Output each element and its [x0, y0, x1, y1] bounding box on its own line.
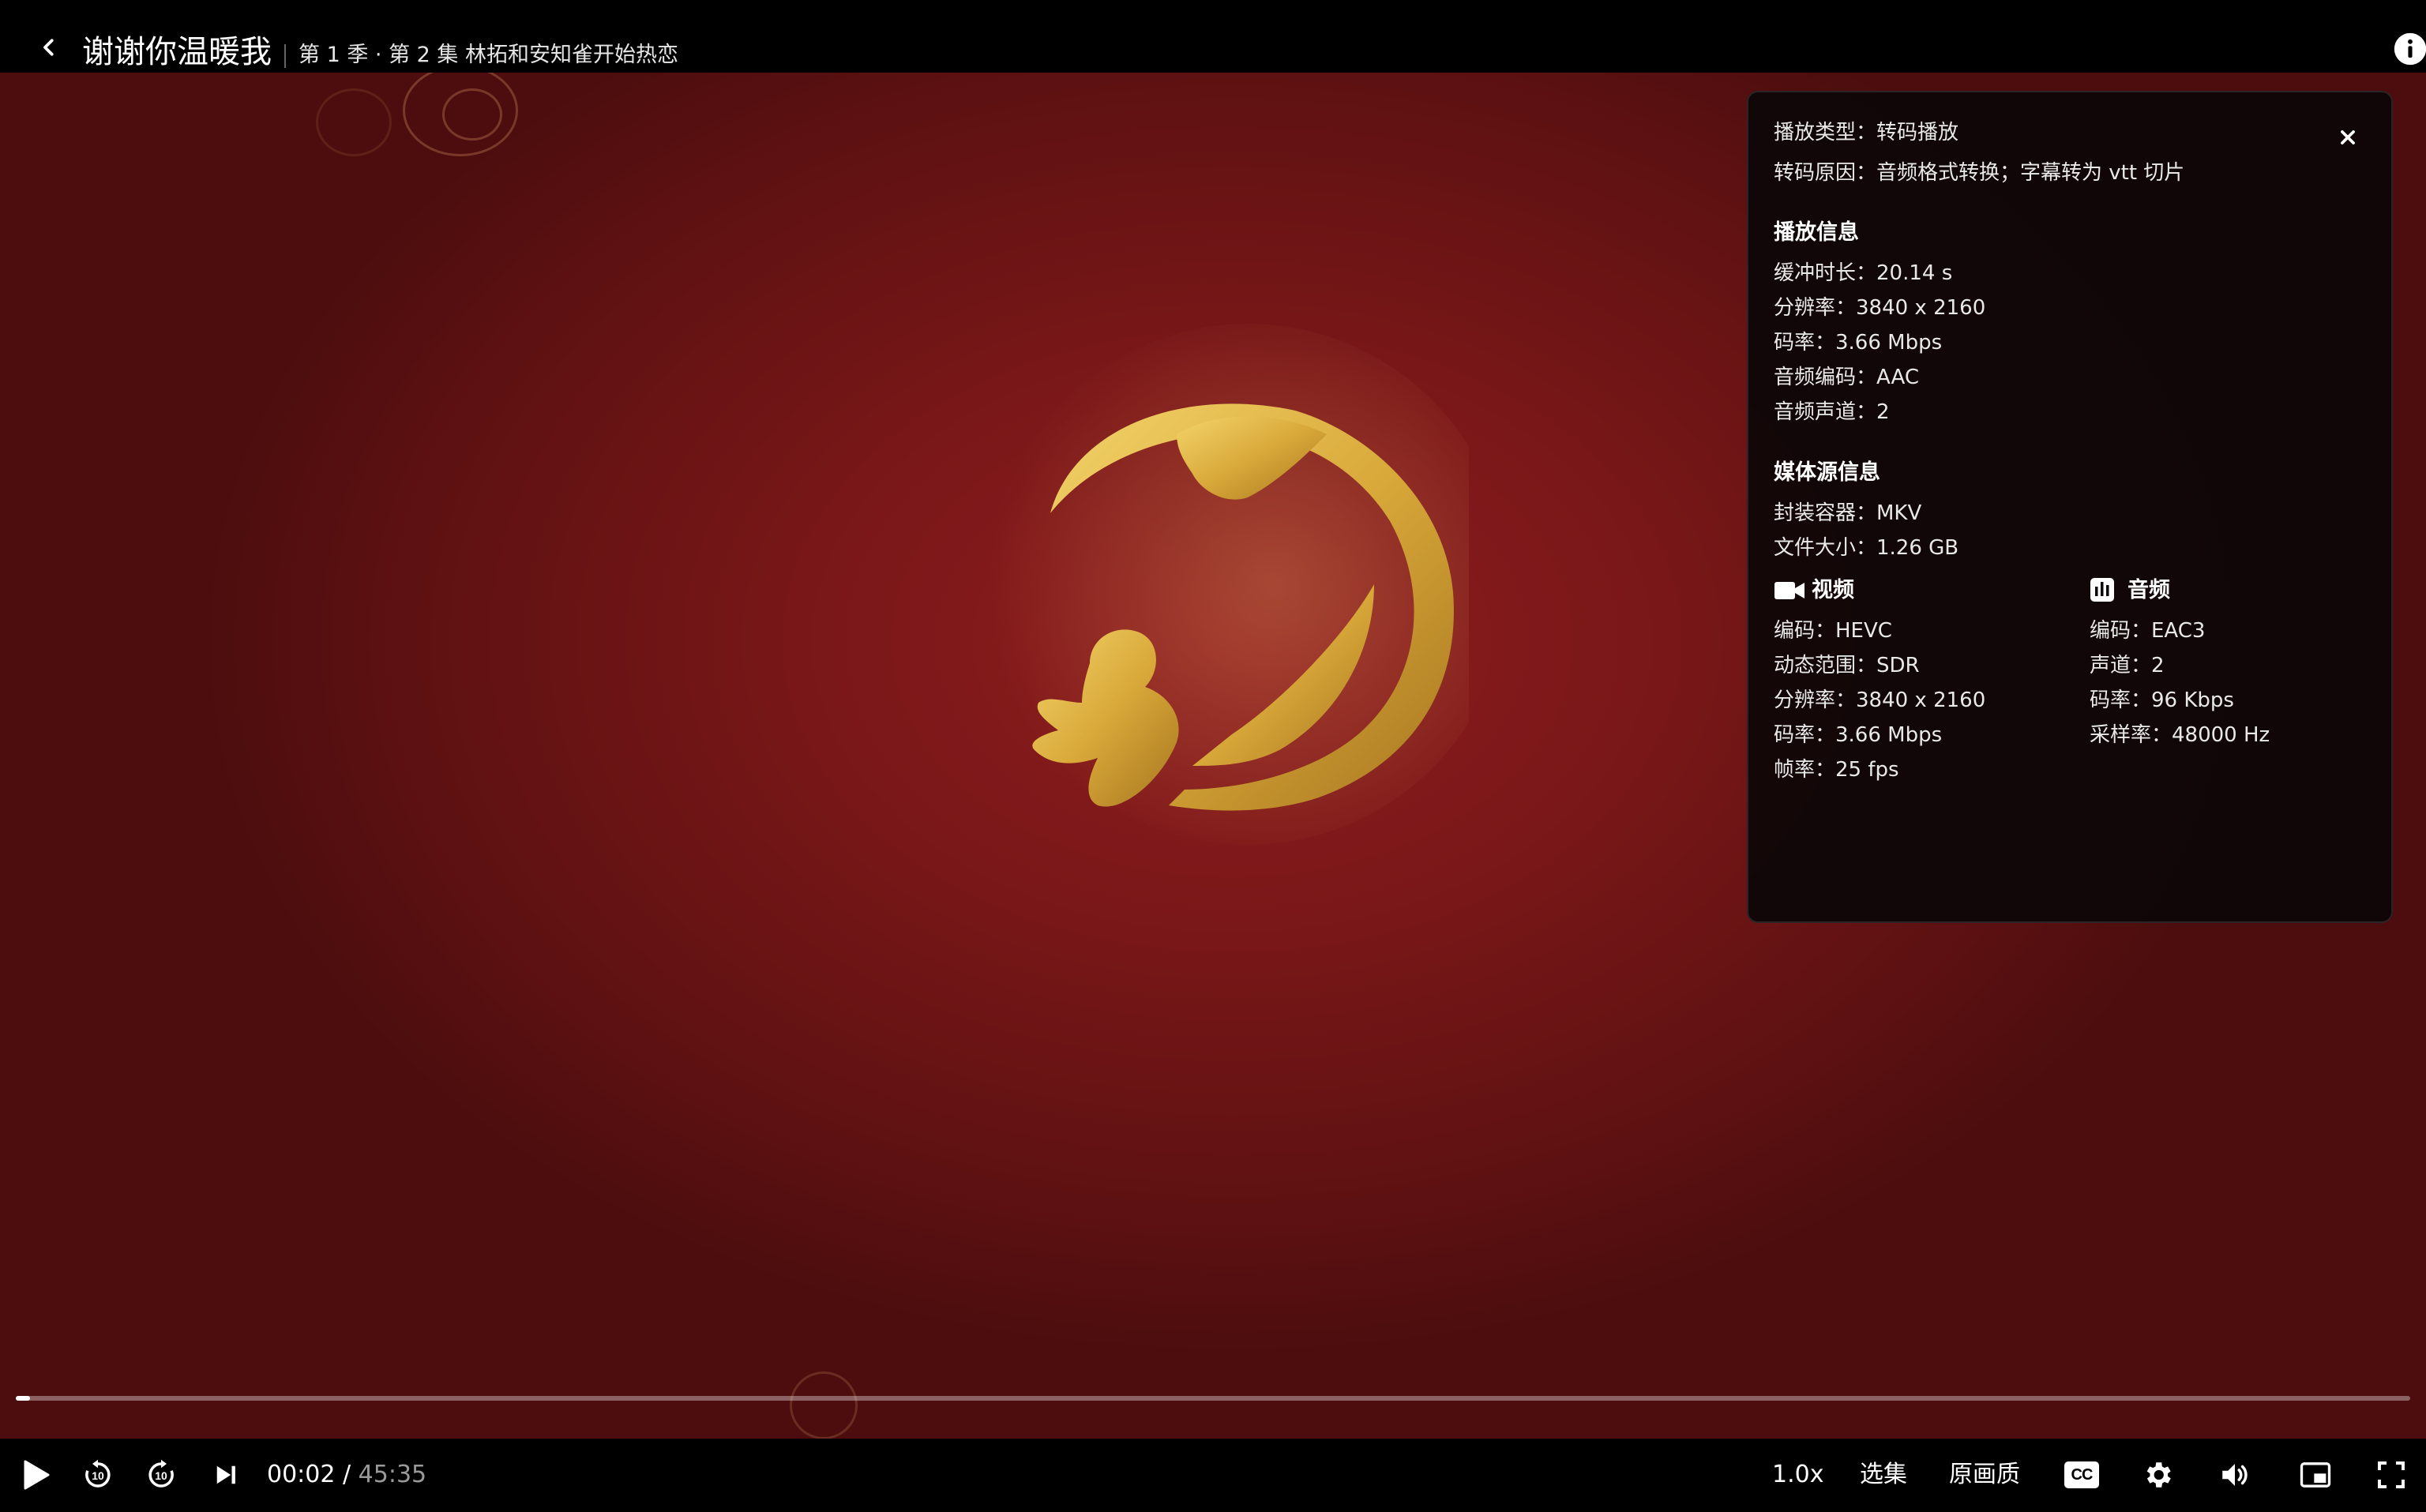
- playback-audio-channels: 音频声道：2: [1774, 400, 1890, 424]
- media-source-heading: 媒体源信息: [1774, 460, 1880, 485]
- quality-button[interactable]: 原画质: [1949, 1459, 2020, 1491]
- playback-bitrate: 码率：3.66 Mbps: [1774, 331, 1943, 355]
- next-episode-button[interactable]: [207, 1456, 245, 1494]
- transcode-reason: 转码原因：音频格式转换；字幕转为 vtt 切片: [1774, 161, 2185, 185]
- forward-10-icon: 10: [148, 1459, 174, 1488]
- file-size: 文件大小：1.26 GB: [1774, 536, 1959, 560]
- audio-channels: 声道：2: [2090, 654, 2165, 677]
- container-format: 封装容器：MKV: [1774, 501, 1922, 525]
- video-camera-icon: [1774, 582, 1804, 599]
- progress-bar[interactable]: [16, 1396, 2410, 1401]
- rewind-10-icon: 10: [85, 1459, 111, 1488]
- audio-bitrate: 码率：96 Kbps: [2090, 688, 2234, 712]
- info-icon: [2394, 32, 2426, 66]
- video-player: 谢谢你温暖我 第 1 季 · 第 2 集 林拓和安知雀开始热恋 播放类型：转码播…: [0, 0, 2426, 1512]
- video-codec: 编码：HEVC: [1774, 619, 1892, 643]
- cc-icon: CC: [2064, 1461, 2099, 1488]
- audio-codec: 编码：EAC3: [2090, 619, 2206, 643]
- close-icon: [2341, 130, 2355, 144]
- chevron-left-icon: [43, 39, 54, 56]
- info-button[interactable]: [2393, 32, 2426, 66]
- video-heading: 视频: [1812, 578, 1854, 602]
- title-divider: [284, 44, 286, 68]
- subtitles-button[interactable]: CC: [2063, 1456, 2101, 1494]
- fullscreen-button[interactable]: [2372, 1456, 2410, 1494]
- control-bar: 10 10 00:02 / 45:35 1.0x 选集 原画质 CC: [0, 1439, 2426, 1512]
- audio-heading: 音频: [2127, 578, 2170, 602]
- top-bar: 谢谢你温暖我 第 1 季 · 第 2 集 林拓和安知雀开始热恋: [0, 0, 2426, 73]
- audio-bars-icon: [2090, 578, 2114, 602]
- cc-label: CC: [2071, 1465, 2094, 1484]
- settings-button[interactable]: [2139, 1456, 2176, 1494]
- episode-title: 第 1 季 · 第 2 集 林拓和安知雀开始热恋: [299, 43, 679, 67]
- progress-fill: [16, 1396, 30, 1401]
- skip-next-icon: [216, 1465, 235, 1484]
- playback-audio-codec: 音频编码：AAC: [1774, 366, 1919, 389]
- speed-button[interactable]: 1.0x: [1772, 1459, 1823, 1491]
- pip-button[interactable]: [2296, 1456, 2334, 1494]
- rewind-10-button[interactable]: 10: [79, 1456, 117, 1494]
- volume-icon: [2222, 1464, 2248, 1486]
- show-title: 谢谢你温暖我: [82, 34, 272, 70]
- playback-info-heading: 播放信息: [1774, 220, 1859, 245]
- decorative-cloud: [442, 88, 502, 141]
- buffer-duration: 缓冲时长：20.14 s: [1774, 261, 1953, 285]
- time-separator: /: [335, 1461, 359, 1488]
- playback-resolution: 分辨率：3840 x 2160: [1774, 296, 1986, 320]
- video-dynamic-range: 动态范围：SDR: [1774, 654, 1920, 677]
- svg-text:10: 10: [155, 1469, 167, 1482]
- fullscreen-icon: [2378, 1461, 2405, 1488]
- forward-10-button[interactable]: 10: [142, 1456, 180, 1494]
- play-icon: [24, 1460, 50, 1490]
- time-display: 00:02 / 45:35: [267, 1459, 426, 1491]
- decorative-cloud: [316, 88, 392, 156]
- gear-icon: [2146, 1462, 2171, 1488]
- picture-in-picture-icon: [2300, 1462, 2331, 1488]
- video-bitrate: 码率：3.66 Mbps: [1774, 723, 1943, 747]
- close-info-button[interactable]: [2334, 124, 2361, 151]
- play-type: 播放类型：转码播放: [1774, 121, 1959, 144]
- decorative-cloud: [790, 1371, 858, 1439]
- playback-info-panel: 播放类型：转码播放 转码原因：音频格式转换；字幕转为 vtt 切片 播放信息 缓…: [1747, 91, 2393, 923]
- duration: 45:35: [358, 1461, 427, 1488]
- video-resolution: 分辨率：3840 x 2160: [1774, 688, 1986, 712]
- svg-text:10: 10: [92, 1469, 104, 1482]
- channel-logo: [987, 324, 1469, 845]
- video-framerate: 帧率：25 fps: [1774, 758, 1899, 782]
- audio-sample-rate: 采样率：48000 Hz: [2090, 723, 2270, 747]
- play-button[interactable]: [17, 1456, 55, 1494]
- volume-button[interactable]: [2216, 1456, 2254, 1494]
- back-button[interactable]: [30, 28, 68, 66]
- current-time: 00:02: [267, 1461, 336, 1488]
- episodes-button[interactable]: 选集: [1860, 1459, 1907, 1491]
